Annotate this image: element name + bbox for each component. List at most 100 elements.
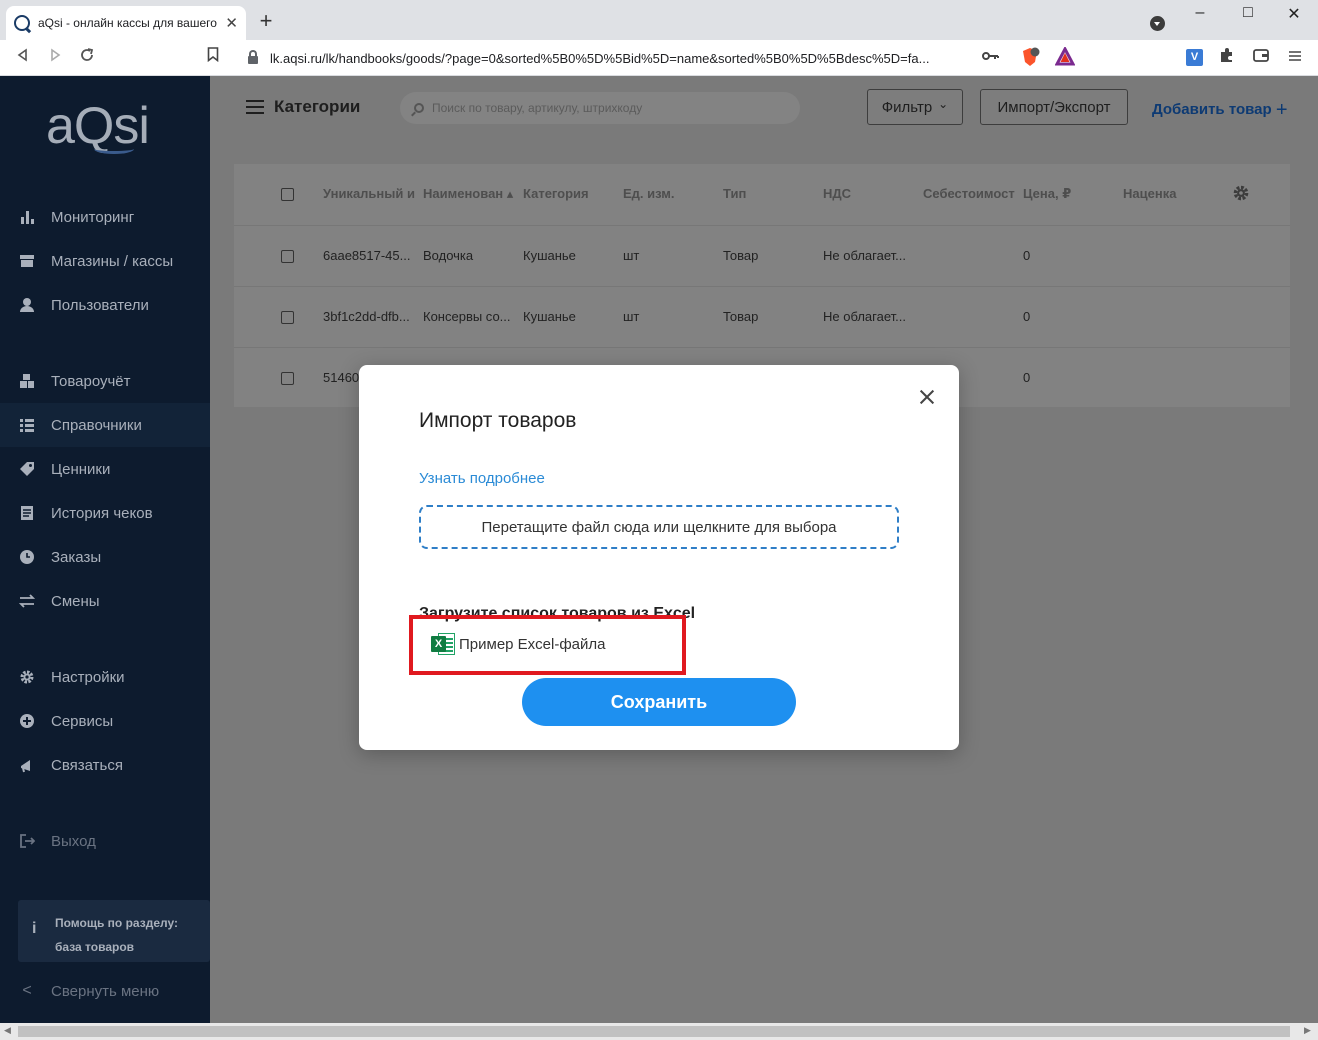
browser-toolbar: lk.aqsi.ru/lk/handbooks/goods/?page=0&so…: [0, 40, 1318, 76]
sidebar-item-handbooks[interactable]: Справочники: [0, 403, 210, 447]
user-icon: [18, 296, 36, 314]
scroll-left-icon[interactable]: ◀: [4, 1025, 11, 1036]
table-cell: шт: [623, 309, 640, 324]
bookmark-icon[interactable]: [202, 47, 224, 69]
column-header[interactable]: Наименован ▴: [423, 186, 513, 202]
filter-button[interactable]: Фильтр ⌄: [867, 89, 963, 125]
sidebar-item-label: Справочники: [51, 416, 142, 434]
browser-menu-icon[interactable]: [1284, 47, 1306, 69]
clock-icon: [18, 548, 36, 566]
sidebar-item-receipt-history[interactable]: История чеков: [0, 491, 210, 535]
row-checkbox[interactable]: [281, 250, 294, 263]
sidebar: aQsi Мониторинг Магазины / кассы Пользов…: [0, 76, 210, 1023]
column-header[interactable]: НДС: [823, 186, 851, 201]
help-box[interactable]: i Помощь по разделу: база товаров: [18, 900, 210, 962]
sidebar-item-users[interactable]: Пользователи: [0, 283, 210, 327]
file-dropzone[interactable]: Перетащите файл сюда или щелкните для вы…: [419, 505, 899, 549]
maximize-icon[interactable]: □: [1236, 4, 1260, 22]
column-header[interactable]: Тип: [723, 186, 746, 201]
table-cell: Не облагает...: [823, 248, 906, 263]
hamburger-icon[interactable]: [246, 100, 264, 114]
table-row[interactable]: 6aae8517-45... Водочка Кушанье шт Товар …: [234, 225, 1290, 286]
forward-icon[interactable]: [44, 47, 66, 69]
row-checkbox[interactable]: [281, 372, 294, 385]
help-text: Помощь по разделу: база товаров: [55, 911, 178, 959]
sidebar-item-orders[interactable]: Заказы: [0, 535, 210, 579]
column-header[interactable]: Себестоимост: [923, 186, 1015, 201]
sidebar-item-label: Настройки: [51, 668, 125, 686]
sidebar-item-price-tags[interactable]: Ценники: [0, 447, 210, 491]
extensions-puzzle-icon[interactable]: [1216, 47, 1238, 69]
back-icon[interactable]: [12, 47, 34, 69]
window-close-icon[interactable]: ✕: [1282, 4, 1306, 24]
search-icon: [414, 103, 424, 113]
sidebar-item-services[interactable]: Сервисы: [0, 699, 210, 743]
sidebar-item-contact[interactable]: Связаться: [0, 743, 210, 787]
column-header[interactable]: Категория: [523, 186, 589, 201]
url-text[interactable]: lk.aqsi.ru/lk/handbooks/goods/?page=0&so…: [270, 51, 985, 66]
sidebar-item-label: Смены: [51, 592, 100, 610]
sidebar-item-label: История чеков: [51, 504, 153, 522]
table-row[interactable]: 3bf1c2dd-dfb... Консервы со... Кушанье ш…: [234, 286, 1290, 347]
new-tab-button[interactable]: +: [256, 8, 276, 34]
column-settings-gear-icon[interactable]: [1232, 184, 1250, 202]
profile-menu-icon[interactable]: [1150, 16, 1165, 31]
sidebar-item-label: Магазины / кассы: [51, 252, 174, 270]
help-text-line2: база товаров: [55, 940, 135, 954]
table-cell: 0: [1023, 370, 1031, 385]
column-header-label: Наименован: [423, 186, 504, 201]
row-checkbox[interactable]: [281, 311, 294, 324]
collapse-menu-button[interactable]: < Свернуть меню: [0, 969, 210, 1013]
plus-circle-icon: [18, 712, 36, 730]
logout-icon: [18, 832, 36, 850]
extension-v-icon[interactable]: V: [1186, 49, 1203, 66]
sidebar-item-stores[interactable]: Магазины / кассы: [0, 239, 210, 283]
wallet-icon[interactable]: [1250, 47, 1272, 69]
table-cell: 6aae8517-45...: [323, 248, 411, 263]
brave-rewards-icon[interactable]: [1054, 45, 1076, 67]
tab-title: aQsi - онлайн кассы для вашего: [37, 16, 217, 30]
browser-tab-bar: aQsi - онлайн кассы для вашего ✕ + – □ ✕: [0, 0, 1318, 40]
scrollbar-thumb[interactable]: [18, 1026, 1290, 1037]
key-icon[interactable]: [980, 47, 1002, 69]
search-input[interactable]: [432, 101, 772, 115]
filter-label: Фильтр: [881, 98, 933, 116]
add-product-button[interactable]: Добавить товар +: [1152, 97, 1288, 121]
sort-asc-icon: ▴: [506, 186, 514, 201]
table-cell: шт: [623, 248, 640, 263]
sidebar-item-logout[interactable]: Выход: [0, 819, 210, 863]
horizontal-scrollbar[interactable]: ◀ ▶: [0, 1023, 1318, 1040]
select-all-checkbox[interactable]: [281, 188, 294, 201]
boxes-icon: [18, 372, 36, 390]
scroll-right-icon[interactable]: ▶: [1304, 1025, 1311, 1036]
brave-shield-icon[interactable]: [1020, 47, 1040, 67]
save-button[interactable]: Сохранить: [522, 678, 796, 726]
sidebar-item-label: Ценники: [51, 460, 111, 478]
close-icon[interactable]: [915, 385, 939, 409]
sidebar-item-settings[interactable]: Настройки: [0, 655, 210, 699]
sidebar-item-monitoring[interactable]: Мониторинг: [0, 195, 210, 239]
learn-more-link[interactable]: Узнать подробнее: [419, 470, 545, 487]
column-header[interactable]: Уникальный и: [323, 186, 415, 201]
sidebar-item-shifts[interactable]: Смены: [0, 579, 210, 623]
column-header[interactable]: Ед. изм.: [623, 186, 675, 201]
column-header[interactable]: Цена, ₽: [1023, 186, 1071, 202]
page-title[interactable]: Категории: [274, 97, 360, 117]
column-header[interactable]: Наценка: [1123, 186, 1176, 201]
search-box[interactable]: [400, 92, 800, 124]
import-modal: Импорт товаров Узнать подробнее Перетащи…: [359, 365, 959, 750]
browser-tab[interactable]: aQsi - онлайн кассы для вашего ✕: [6, 6, 246, 40]
store-icon: [18, 252, 36, 270]
minimize-icon[interactable]: –: [1188, 4, 1212, 22]
sidebar-item-label: Заказы: [51, 548, 102, 566]
reload-icon[interactable]: [76, 47, 98, 69]
sidebar-item-inventory[interactable]: Товароучёт: [0, 359, 210, 403]
address-bar[interactable]: lk.aqsi.ru/lk/handbooks/goods/?page=0&so…: [234, 44, 1084, 72]
import-export-button[interactable]: Импорт/Экспорт: [980, 89, 1128, 125]
receipt-icon: [18, 504, 36, 522]
sidebar-item-label: Связаться: [51, 756, 123, 774]
plus-icon: +: [1275, 99, 1288, 121]
sidebar-item-label: Мониторинг: [51, 208, 135, 226]
tab-close-icon[interactable]: ✕: [225, 14, 238, 32]
list-icon: [18, 416, 36, 434]
